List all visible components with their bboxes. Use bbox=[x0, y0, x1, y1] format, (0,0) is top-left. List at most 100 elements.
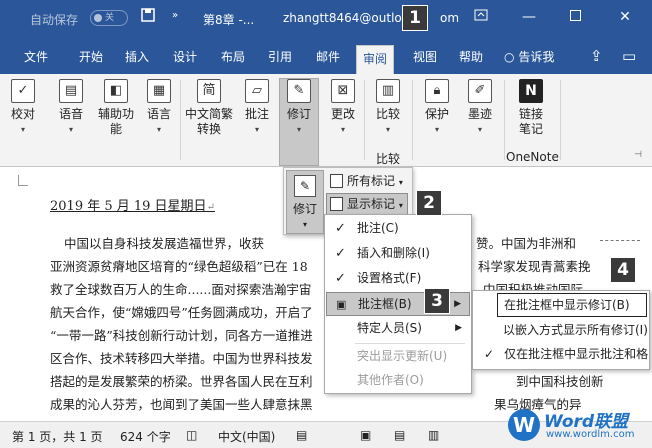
show-markup-button[interactable]: 显示标记 ▾ bbox=[326, 193, 408, 215]
submenu-item-label: 仅在批注框中显示批注和格 bbox=[504, 347, 649, 361]
tab-view[interactable]: 视图 bbox=[413, 48, 437, 68]
speech-button[interactable]: ▤ 语音 ▾ bbox=[52, 78, 90, 148]
menu-item-specific-people[interactable]: 特定人员(S) ▶ bbox=[326, 317, 470, 341]
language-label: 语言 bbox=[146, 107, 171, 121]
chevron-right-icon: ▶ bbox=[455, 323, 462, 333]
menu-item-label: 批注框(B) bbox=[358, 297, 412, 311]
balloons-submenu: 在批注框中显示修订(B) 以嵌入方式显示所有修订(I) ✓ 仅在批注框中显示批注和… bbox=[472, 290, 650, 370]
ink-label: 墨迹 bbox=[467, 107, 492, 121]
site-watermark: W Word联盟 www.wordlm.com bbox=[508, 407, 648, 445]
read-mode-icon[interactable]: ▣ bbox=[360, 428, 371, 442]
menu-item-insertions-deletions[interactable]: ✓ 插入和删除(I) bbox=[326, 242, 470, 266]
margin-mark bbox=[18, 185, 28, 186]
document-date: 2019 年 5 月 19 日星期日↵ bbox=[50, 195, 215, 214]
spelling-icon: ✓ bbox=[11, 79, 35, 103]
macro-icon[interactable]: ▤ bbox=[296, 428, 307, 442]
save-icon[interactable] bbox=[141, 8, 155, 26]
protect-button[interactable]: 🔒︎ 保护 ▾ bbox=[418, 78, 456, 148]
account-name[interactable]: zhangtt8464@outlo bbox=[283, 11, 402, 25]
tab-insert[interactable]: 插入 bbox=[125, 48, 149, 68]
menu-item-comments[interactable]: ✓ 批注(C) bbox=[326, 217, 470, 241]
doc-line: 区合作、技术转移四大举措。中国为世界科技发 bbox=[50, 351, 313, 366]
track-changes-large-button[interactable]: ✎ 修订 ▾ bbox=[286, 170, 324, 234]
tab-mailings[interactable]: 邮件 bbox=[316, 48, 340, 68]
chevron-down-icon: ▾ bbox=[385, 125, 390, 134]
accessibility-label-2: 能 bbox=[109, 122, 122, 136]
web-layout-icon[interactable]: ▥ bbox=[428, 428, 439, 442]
check-icon: ✓ bbox=[335, 221, 346, 236]
account-name-tail: om bbox=[440, 11, 460, 25]
tab-layout[interactable]: 布局 bbox=[221, 48, 245, 68]
onenote-group-label: OneNote bbox=[506, 150, 559, 164]
language-status[interactable]: 中文(中国) bbox=[218, 428, 275, 445]
speech-label: 语音 bbox=[58, 107, 83, 121]
markup-display-icon bbox=[330, 174, 343, 188]
chinese-conversion-button[interactable]: 简 中文简繁 转换 bbox=[182, 78, 236, 148]
doc-line: 搭起的是发展繁荣的桥梁。世界各国人民在互利 bbox=[50, 374, 313, 389]
chevron-down-icon: ▾ bbox=[398, 178, 403, 187]
page-count[interactable]: 第 1 页，共 1 页 bbox=[12, 428, 103, 445]
share-icon[interactable]: ⇪ bbox=[590, 47, 603, 65]
doc-line: 成果的沁人芬芳，也闻到了美国一些人肆意抹黑 bbox=[50, 397, 313, 412]
changes-button[interactable]: ⊠ 更改 ▾ bbox=[326, 78, 360, 148]
linked-notes-button[interactable]: N 链接 笔记 bbox=[508, 78, 554, 148]
accessibility-label-1: 辅助功 bbox=[97, 107, 134, 121]
word-count[interactable]: 624 个字 bbox=[120, 428, 171, 445]
autosave-toggle[interactable]: 关 bbox=[90, 10, 128, 26]
tell-me-search[interactable]: ○ 告诉我 bbox=[504, 48, 554, 68]
minimize-icon[interactable]: — bbox=[514, 6, 544, 28]
ribbon-separator bbox=[364, 80, 365, 160]
chevron-right-icon: ▶ bbox=[454, 299, 461, 309]
menu-item-label: 突出显示更新(U) bbox=[357, 349, 448, 363]
proofing-button[interactable]: ✓ 校对 ▾ bbox=[6, 78, 40, 148]
submenu-item-show-revisions-in-balloons[interactable]: 在批注框中显示修订(B) bbox=[497, 293, 647, 317]
ribbon-display-options-icon[interactable] bbox=[466, 6, 496, 28]
ribbon-separator bbox=[504, 80, 505, 160]
print-layout-icon[interactable]: ▤ bbox=[394, 428, 405, 442]
lightbulb-icon: ○ bbox=[504, 50, 515, 64]
submenu-item-label: 在批注框中显示修订(B) bbox=[504, 298, 630, 312]
submenu-item-only-comments-in-balloons[interactable]: ✓ 仅在批注框中显示批注和格 bbox=[474, 343, 649, 367]
submenu-item-show-all-inline[interactable]: 以嵌入方式显示所有修订(I) bbox=[497, 319, 649, 343]
step-badge-2: 2 bbox=[416, 190, 442, 216]
tab-review[interactable]: 审阅 bbox=[356, 45, 395, 74]
accessibility-icon: ◧ bbox=[104, 79, 128, 103]
quick-access-more-icon[interactable]: » bbox=[172, 8, 178, 24]
watermark-site: www.wordlm.com bbox=[546, 429, 635, 440]
tab-design[interactable]: 设计 bbox=[173, 48, 197, 68]
comments-icon[interactable]: ▭ bbox=[622, 47, 636, 65]
tab-file[interactable]: 文件 bbox=[24, 48, 48, 68]
language-button[interactable]: ▦ 语言 ▾ bbox=[142, 78, 176, 148]
menu-item-other-authors: 其他作者(O) bbox=[326, 369, 470, 393]
all-markup-label: 所有标记 bbox=[347, 174, 396, 188]
track-changes-icon: ✎ bbox=[287, 79, 311, 103]
menu-item-label: 插入和删除(I) bbox=[357, 246, 430, 260]
doc-line-fragment: 科学家发现青蒿素挽 bbox=[478, 259, 591, 274]
ink-button[interactable]: ✐ 墨迹 ▾ bbox=[460, 78, 500, 148]
maximize-icon[interactable] bbox=[560, 6, 590, 28]
tab-references[interactable]: 引用 bbox=[268, 48, 292, 68]
comments-button[interactable]: ▱ 批注 ▾ bbox=[240, 78, 274, 148]
doc-line: 航天合作，使“嫦娥四号”任务圆满成功，开启了 bbox=[50, 305, 313, 320]
comments-label: 批注 bbox=[244, 107, 269, 121]
proofing-status-icon[interactable]: ◫ bbox=[186, 428, 197, 442]
chinese-conversion-icon: 简 bbox=[197, 79, 221, 103]
compare-button[interactable]: ▥ 比较 ▾ bbox=[368, 78, 408, 148]
track-changes-button[interactable]: ✎ 修订 ▾ bbox=[279, 78, 319, 166]
review-ribbon: ✓ 校对 ▾ ▤ 语音 ▾ ◧ 辅助功 能 ▦ 语言 ▾ 简 中文简繁 转换 ▱… bbox=[0, 74, 652, 167]
ink-icon: ✐ bbox=[468, 79, 492, 103]
track-changes-label: 修订 bbox=[292, 202, 317, 216]
tab-help[interactable]: 帮助 bbox=[459, 48, 483, 68]
accessibility-button[interactable]: ◧ 辅助功 能 bbox=[94, 78, 138, 148]
tab-home[interactable]: 开始 bbox=[79, 48, 103, 68]
protect-label: 保护 bbox=[424, 107, 449, 121]
markup-display-select[interactable]: 所有标记 ▾ bbox=[326, 170, 408, 192]
collapse-ribbon-icon[interactable]: ⊣ bbox=[634, 150, 642, 160]
proofing-label: 校对 bbox=[10, 107, 35, 121]
close-icon[interactable]: ✕ bbox=[610, 6, 640, 28]
chevron-down-icon: ▾ bbox=[340, 125, 345, 134]
chevron-down-icon: ▾ bbox=[254, 125, 259, 134]
doc-line: “一带一路”科技创新行动计划，同各方一道推进 bbox=[50, 328, 313, 343]
compare-icon: ▥ bbox=[376, 79, 400, 103]
paragraph-mark-icon: ↵ bbox=[206, 202, 215, 213]
